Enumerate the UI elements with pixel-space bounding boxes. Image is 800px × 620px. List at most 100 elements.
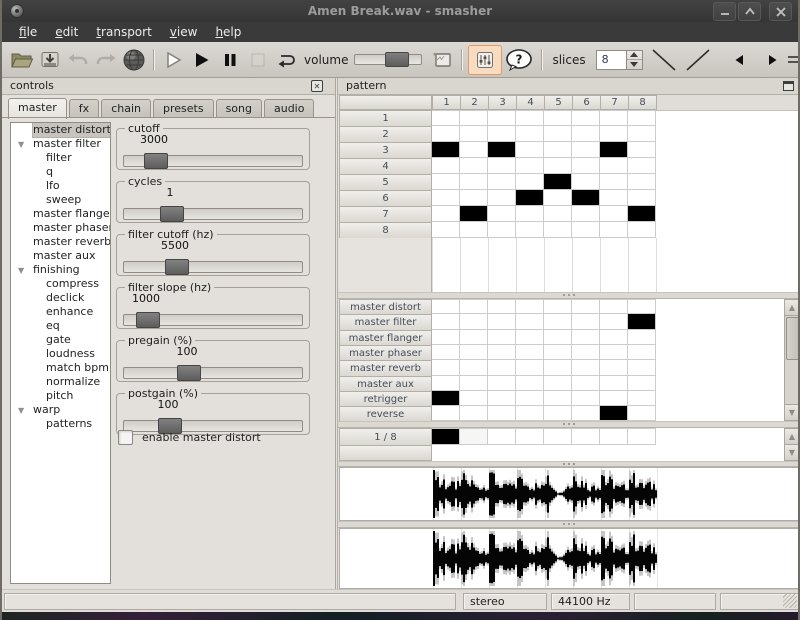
- effect-cell-r2-c1[interactable]: [432, 314, 460, 330]
- effect-cell-r3-c4[interactable]: [516, 330, 544, 345]
- effect-row-header-master-flanger[interactable]: master flanger: [339, 330, 432, 346]
- menu-help[interactable]: help: [206, 22, 250, 42]
- effect-cell-r3-c8[interactable]: [628, 330, 656, 345]
- effect-cell-r7-c4[interactable]: [516, 391, 544, 406]
- effect-cell-r3-c5[interactable]: [544, 330, 572, 345]
- step-cell-r2-c1[interactable]: [432, 126, 460, 142]
- step-cell-r6-c5[interactable]: [544, 190, 572, 206]
- step-cell-r1-c2[interactable]: [460, 110, 488, 126]
- slice-cell-c3[interactable]: [488, 428, 516, 445]
- waveform-view-1[interactable]: [339, 467, 800, 521]
- effect-cell-r6-c8[interactable]: [628, 376, 656, 391]
- toolbar-overflow-icon[interactable]: [788, 53, 798, 66]
- slope-down-button[interactable]: [647, 46, 681, 74]
- step-cell-r8-c5[interactable]: [544, 222, 572, 238]
- effect-cell-r5-c3[interactable]: [488, 360, 516, 376]
- slider-track[interactable]: [123, 155, 303, 167]
- panel-restore-icon[interactable]: [783, 81, 794, 91]
- effect-cell-r5-c8[interactable]: [628, 360, 656, 376]
- effect-row-header-master-aux[interactable]: master aux: [339, 376, 432, 392]
- step-cell-r4-c8[interactable]: [628, 158, 656, 174]
- effect-cell-r5-c2[interactable]: [460, 360, 488, 376]
- menu-view[interactable]: view: [161, 22, 207, 42]
- effect-row-header-master-distort[interactable]: master distort: [339, 299, 432, 315]
- step-cell-r4-c6[interactable]: [572, 158, 600, 174]
- effect-cell-r6-c5[interactable]: [544, 376, 572, 391]
- expander-icon[interactable]: ▼: [18, 404, 24, 418]
- splitter-handle[interactable]: [338, 421, 800, 428]
- effect-cell-r6-c3[interactable]: [488, 376, 516, 391]
- step-cell-r6-c3[interactable]: [488, 190, 516, 206]
- step-cell-r3-c5[interactable]: [544, 142, 572, 158]
- waveform-view-2[interactable]: [339, 528, 800, 589]
- tree-item-enhance[interactable]: enhance: [11, 305, 110, 319]
- step-cell-r7-c5[interactable]: [544, 206, 572, 222]
- slice-row-header[interactable]: [339, 445, 432, 461]
- effect-cell-r3-c1[interactable]: [432, 330, 460, 345]
- effect-cell-r5-c5[interactable]: [544, 360, 572, 376]
- slice-cell-c6[interactable]: [572, 428, 600, 445]
- step-cell-r3-c4[interactable]: [516, 142, 544, 158]
- row-header-1[interactable]: 1: [339, 110, 432, 127]
- tree-item-master-filter[interactable]: ▼master filter: [11, 137, 110, 151]
- scroll-up-button[interactable]: ▲: [785, 429, 799, 445]
- step-cell-r5-c4[interactable]: [516, 174, 544, 190]
- effect-cell-r4-c8[interactable]: [628, 345, 656, 360]
- tree-item-master-distort[interactable]: master distort: [11, 123, 110, 137]
- effect-cell-r4-c4[interactable]: [516, 345, 544, 360]
- tree-item-patterns[interactable]: patterns: [11, 417, 110, 431]
- effect-cell-r4-c7[interactable]: [600, 345, 628, 360]
- slider-track[interactable]: [123, 208, 303, 220]
- slider-handle[interactable]: [165, 259, 189, 275]
- effect-row-header-master-phaser[interactable]: master phaser: [339, 345, 432, 361]
- tree-item-sweep[interactable]: sweep: [11, 193, 110, 207]
- row-header-5[interactable]: 5: [339, 174, 432, 191]
- effect-cell-r2-c8[interactable]: [628, 314, 656, 330]
- enable-master-distort-checkbox[interactable]: [118, 430, 133, 445]
- loop-button[interactable]: [272, 46, 300, 74]
- tab-presets[interactable]: presets: [153, 99, 214, 118]
- effect-cell-r2-c7[interactable]: [600, 314, 628, 330]
- effect-cell-r8-c2[interactable]: [460, 406, 488, 421]
- tab-chain[interactable]: chain: [101, 99, 151, 118]
- step-cell-r8-c1[interactable]: [432, 222, 460, 238]
- effect-cell-r8-c7[interactable]: [600, 406, 628, 421]
- tree-item-eq[interactable]: eq: [11, 319, 110, 333]
- tree-item-q[interactable]: q: [11, 165, 110, 179]
- scrollbar-thumb[interactable]: [786, 317, 800, 360]
- effect-row-header-reverse[interactable]: reverse: [339, 406, 432, 421]
- effect-cell-r1-c8[interactable]: [628, 299, 656, 314]
- effect-cell-r2-c5[interactable]: [544, 314, 572, 330]
- effect-cell-r4-c6[interactable]: [572, 345, 600, 360]
- effect-row-header-master-filter[interactable]: master filter: [339, 314, 432, 331]
- row-header-2[interactable]: 2: [339, 126, 432, 143]
- slice-row-header[interactable]: 1 / 8: [339, 428, 432, 446]
- effect-cell-r8-c6[interactable]: [572, 406, 600, 421]
- effect-cell-r6-c6[interactable]: [572, 376, 600, 391]
- step-cell-r3-c3[interactable]: [488, 142, 516, 158]
- effect-cell-r8-c5[interactable]: [544, 406, 572, 421]
- effect-cell-r1-c3[interactable]: [488, 299, 516, 314]
- step-cell-r2-c5[interactable]: [544, 126, 572, 142]
- column-header-6[interactable]: 6: [572, 95, 601, 110]
- step-cell-r8-c4[interactable]: [516, 222, 544, 238]
- effect-row-header-master-reverb[interactable]: master reverb: [339, 360, 432, 377]
- expander-icon[interactable]: ▼: [18, 264, 24, 278]
- step-cell-r1-c5[interactable]: [544, 110, 572, 126]
- effect-cell-r4-c2[interactable]: [460, 345, 488, 360]
- step-cell-r7-c8[interactable]: [628, 206, 656, 222]
- show-controls-toggle[interactable]: [468, 45, 502, 75]
- browse-web-button[interactable]: [120, 46, 148, 74]
- step-cell-r2-c4[interactable]: [516, 126, 544, 142]
- step-cell-r7-c4[interactable]: [516, 206, 544, 222]
- effect-cell-r5-c7[interactable]: [600, 360, 628, 376]
- tree-item-gate[interactable]: gate: [11, 333, 110, 347]
- play-button[interactable]: [188, 46, 216, 74]
- enable-master-distort-row[interactable]: enable master distort: [118, 430, 261, 444]
- slider-handle[interactable]: [136, 312, 160, 328]
- effect-cell-r5-c1[interactable]: [432, 360, 460, 376]
- tab-fx[interactable]: fx: [69, 99, 99, 118]
- row-header-4[interactable]: 4: [339, 158, 432, 175]
- undo-button[interactable]: [64, 46, 92, 74]
- step-cell-r6-c7[interactable]: [600, 190, 628, 206]
